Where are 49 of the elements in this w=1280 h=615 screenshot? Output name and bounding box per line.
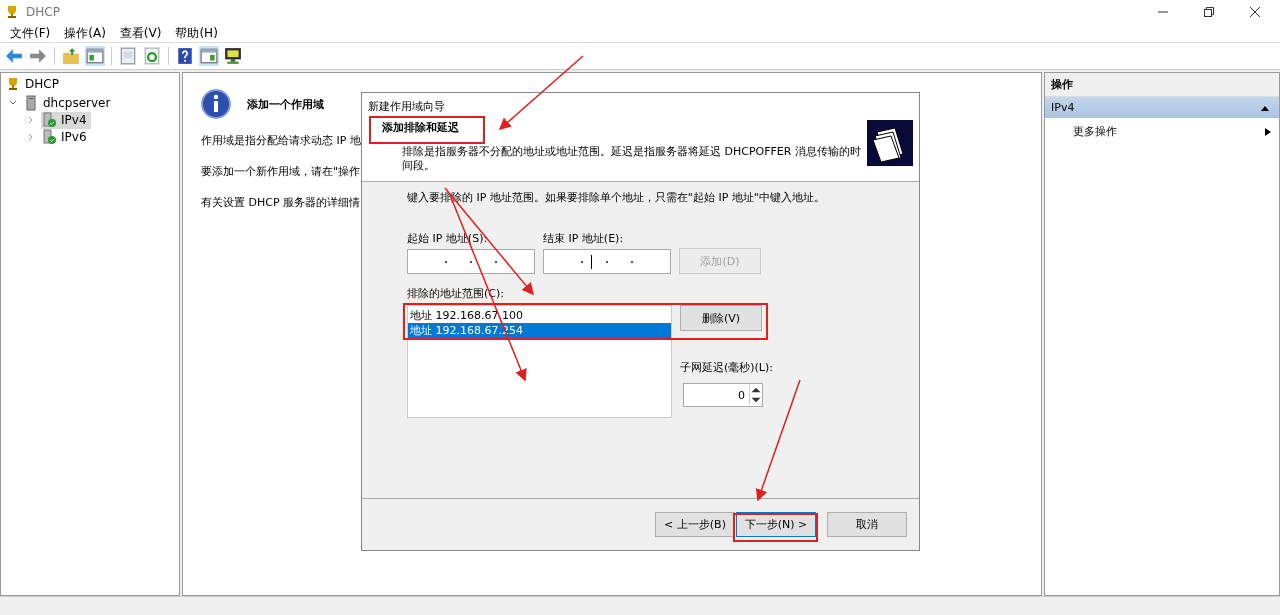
- action-link[interactable]: 更多操作: [1073, 124, 1117, 139]
- dialog-title: 新建作用域向导: [368, 99, 446, 114]
- page-heading: 添加排除和延迟: [382, 120, 460, 135]
- help-icon[interactable]: [175, 46, 195, 66]
- tree-item[interactable]: dhcpserver: [23, 94, 115, 112]
- menu-item[interactable]: 查看(V): [119, 24, 162, 42]
- actions-section[interactable]: IPv4: [1045, 97, 1279, 118]
- wizard-button[interactable]: 取消: [827, 512, 907, 537]
- close-icon[interactable]: [1250, 7, 1260, 17]
- spin-down-icon[interactable]: [750, 395, 762, 405]
- delete-button[interactable]: 删除(V): [680, 305, 762, 331]
- ip-address-field[interactable]: [543, 249, 671, 274]
- menu-item[interactable]: 操作(A): [64, 24, 106, 42]
- chevron-right-icon[interactable]: [27, 116, 35, 124]
- pane-icon[interactable]: [199, 46, 219, 66]
- refresh-icon[interactable]: [142, 46, 162, 66]
- server-check-icon: [41, 129, 57, 145]
- window-title: DHCP: [26, 5, 60, 19]
- wizard-button[interactable]: < 上一步(B): [655, 512, 735, 537]
- tree-item[interactable]: IPv4: [41, 111, 91, 129]
- monitor-icon[interactable]: [223, 46, 243, 66]
- description-text: 作用域是指分配给请求动态 IP 地: [201, 133, 361, 148]
- pane-icon[interactable]: [85, 46, 105, 66]
- section-title: 添加一个作用域: [247, 96, 324, 112]
- menu-item[interactable]: 文件(F): [10, 24, 51, 42]
- chevron-right-icon[interactable]: [27, 133, 35, 141]
- server-check-icon: [41, 112, 57, 128]
- actions-header: 操作: [1045, 73, 1279, 97]
- wizard-button[interactable]: 下一步(N) >: [736, 512, 816, 537]
- caret-right-icon: [1265, 127, 1271, 136]
- menu-item[interactable]: 帮助(H): [175, 24, 218, 42]
- field-label: 子网延迟(毫秒)(L):: [680, 360, 773, 375]
- ip-address-field[interactable]: [407, 249, 535, 274]
- description-text: 有关设置 DHCP 服务器的详细情: [201, 195, 361, 210]
- list-window-icon[interactable]: [118, 46, 138, 66]
- folder-up-icon[interactable]: [61, 46, 81, 66]
- tree-item[interactable]: DHCP: [5, 75, 63, 92]
- info-icon: [201, 89, 231, 119]
- field-label: 结束 IP 地址(E):: [543, 231, 625, 246]
- description-text: 要添加一个新作用域，请在"操作: [201, 164, 361, 179]
- delay-spinbox[interactable]: 0: [683, 383, 763, 407]
- chevron-down-icon[interactable]: [9, 99, 17, 107]
- caret-up-icon[interactable]: [1261, 104, 1269, 111]
- tree-item[interactable]: IPv6: [41, 128, 91, 146]
- folders-icon: [867, 120, 913, 166]
- server-icon: [23, 95, 39, 111]
- page-description: 排除是指服务器不分配的地址或地址范围。延迟是指服务器将延迟 DHCPOFFER 消息传输的时间段。: [401, 145, 861, 173]
- spin-up-icon[interactable]: [750, 385, 762, 395]
- restore-icon[interactable]: [1204, 7, 1214, 17]
